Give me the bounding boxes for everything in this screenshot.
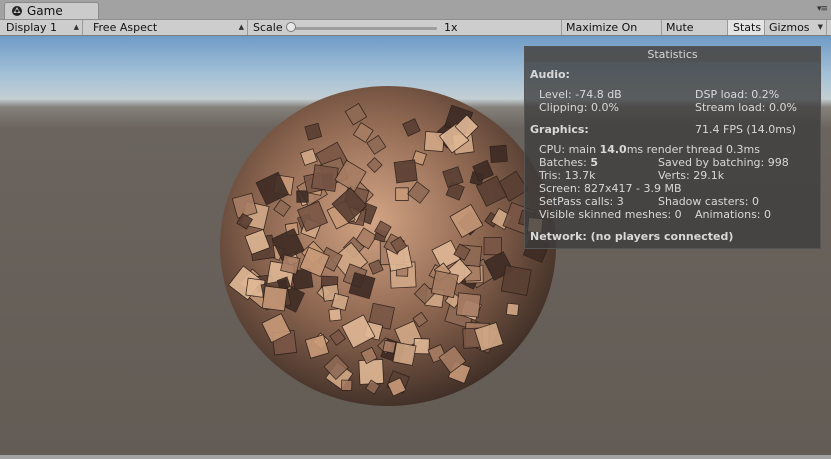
tab-game[interactable]: Game xyxy=(4,2,99,19)
scale-label: Scale xyxy=(253,21,283,34)
network-status: Network: (no players connected) xyxy=(530,230,734,243)
verts-count: Verts: 29.1k xyxy=(658,169,725,182)
cube-facet xyxy=(500,264,532,296)
cube-facet xyxy=(483,236,502,256)
cube-facet xyxy=(393,159,418,184)
cube-facet xyxy=(304,122,323,141)
fps-readout: 71.4 FPS (14.0ms) xyxy=(695,123,796,136)
cpu-time: CPU: main 14.0ms render thread 0.3ms xyxy=(539,143,760,156)
aspect-dropdown-label: Free Aspect xyxy=(93,21,158,34)
display-dropdown-label: Display 1 xyxy=(6,21,58,34)
batches-value: 5 xyxy=(590,156,598,169)
chevron-down-icon: ▼ xyxy=(817,23,823,31)
gizmos-label: Gizmos xyxy=(769,21,810,34)
tris-count: Tris: 13.7k xyxy=(539,169,596,182)
aspect-dropdown[interactable]: Free Aspect ▲ xyxy=(87,20,248,35)
cube-facet xyxy=(395,187,409,201)
tab-menu-icon[interactable]: ▾≡ xyxy=(817,4,828,14)
visible-skinned-meshes: Visible skinned meshes: 0 xyxy=(539,208,682,221)
cube-facet xyxy=(382,339,397,354)
stream-load: Stream load: 0.0% xyxy=(695,101,797,114)
maximize-on-play-toggle[interactable]: Maximize On Play xyxy=(562,20,662,49)
scale-slider-track[interactable] xyxy=(295,27,437,30)
scale-value: 1x xyxy=(444,21,458,34)
screen-info: Screen: 827x417 - 3.9 MB xyxy=(539,182,682,195)
cube-facet xyxy=(311,164,339,192)
animations-count: Animations: 0 xyxy=(695,208,772,221)
gizmos-dropdown[interactable]: Gizmos ▼ xyxy=(765,20,827,35)
scale-slider-thumb[interactable] xyxy=(286,22,296,32)
audio-header: Audio: xyxy=(530,68,570,81)
cube-facet xyxy=(331,292,350,311)
shadow-casters: Shadow casters: 0 xyxy=(658,195,759,208)
cube-facet xyxy=(328,308,342,322)
statistics-panel: Statistics Audio: Level: -74.8 dB DSP lo… xyxy=(524,46,821,249)
display-dropdown[interactable]: Display 1 ▲ xyxy=(0,20,83,35)
dsp-load: DSP load: 0.2% xyxy=(695,88,780,101)
cube-facet xyxy=(392,341,417,366)
cpu-prefix: CPU: main xyxy=(539,143,600,156)
tab-strip: Game ▾≡ xyxy=(0,0,831,19)
game-toolbar: Display 1 ▲ Free Aspect ▲ Scale 1x Maxim… xyxy=(0,19,831,49)
saved-by-batching: Saved by batching: 998 xyxy=(658,156,789,169)
audio-clipping: Clipping: 0.0% xyxy=(539,101,619,114)
cube-facet xyxy=(505,302,520,317)
mute-audio-toggle[interactable]: Mute Audio xyxy=(662,20,728,49)
chevron-updown-icon: ▲ xyxy=(73,23,79,31)
cube-facet xyxy=(489,144,508,164)
unity-logo-icon xyxy=(12,6,22,16)
cube-facet xyxy=(455,292,482,318)
cube-facet xyxy=(340,379,353,391)
cpu-suffix: ms render thread 0.3ms xyxy=(626,143,760,156)
cube-facet xyxy=(280,254,301,275)
stats-toggle[interactable]: Stats xyxy=(728,20,765,35)
setpass-calls: SetPass calls: 3 xyxy=(539,195,624,208)
batches: Batches: 5 xyxy=(539,156,598,169)
tab-label: Game xyxy=(27,4,63,18)
batches-prefix: Batches: xyxy=(539,156,591,169)
chevron-updown-icon: ▲ xyxy=(238,23,244,31)
graphics-header: Graphics: xyxy=(530,123,589,136)
audio-level: Level: -74.8 dB xyxy=(539,88,622,101)
cube-facet xyxy=(261,285,288,312)
cube-facet xyxy=(430,270,459,299)
stats-title: Statistics xyxy=(525,47,820,62)
cube-facet xyxy=(296,190,309,203)
cpu-main-value: 14.0 xyxy=(599,143,627,156)
